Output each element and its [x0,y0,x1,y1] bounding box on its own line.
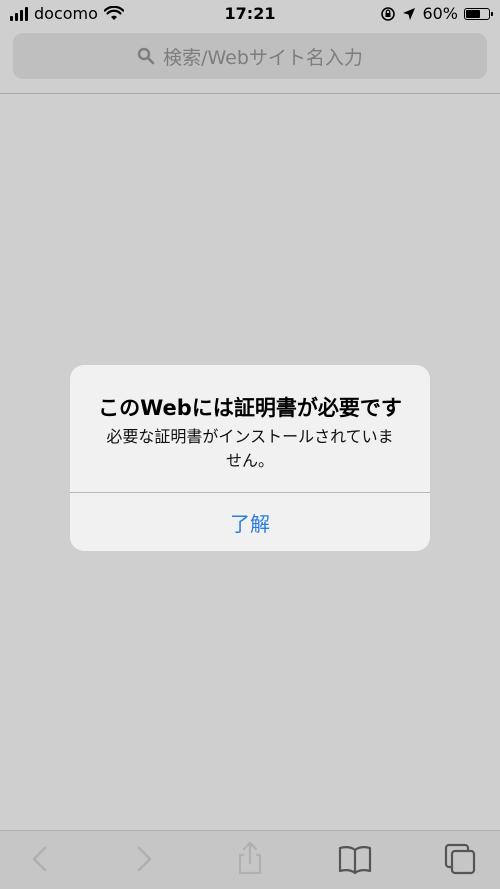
share-icon [238,841,262,875]
chevron-right-icon [137,846,152,872]
bottom-toolbar [0,830,500,889]
book-icon [338,846,372,875]
certificate-alert: このWebには証明書が必要です 必要な証明書がインストールされていません。 了解 [70,365,430,551]
address-placeholder: 検索/Webサイト名入力 [163,46,363,69]
back-button[interactable] [20,839,60,879]
tabs-button[interactable] [440,839,480,879]
header-divider [0,93,500,94]
forward-button[interactable] [124,839,164,879]
tabs-icon [444,843,476,875]
search-icon [137,47,155,65]
address-bar[interactable]: 検索/Webサイト名入力 [13,33,487,79]
chevron-left-icon [32,846,47,872]
alert-title: このWebには証明書が必要です [98,396,402,420]
alert-message: 必要な証明書がインストールされていません。 [106,427,394,470]
status-right: 60% [380,4,493,23]
battery-icon [464,7,493,20]
share-button[interactable] [230,839,270,879]
bookmarks-button[interactable] [335,839,375,879]
ok-button[interactable]: 了解 [70,493,430,551]
status-bar: docomo 17:21 60% [0,0,500,28]
rotation-lock-icon [381,6,396,21]
location-icon [403,7,416,20]
battery-percent: 60% [422,4,458,23]
